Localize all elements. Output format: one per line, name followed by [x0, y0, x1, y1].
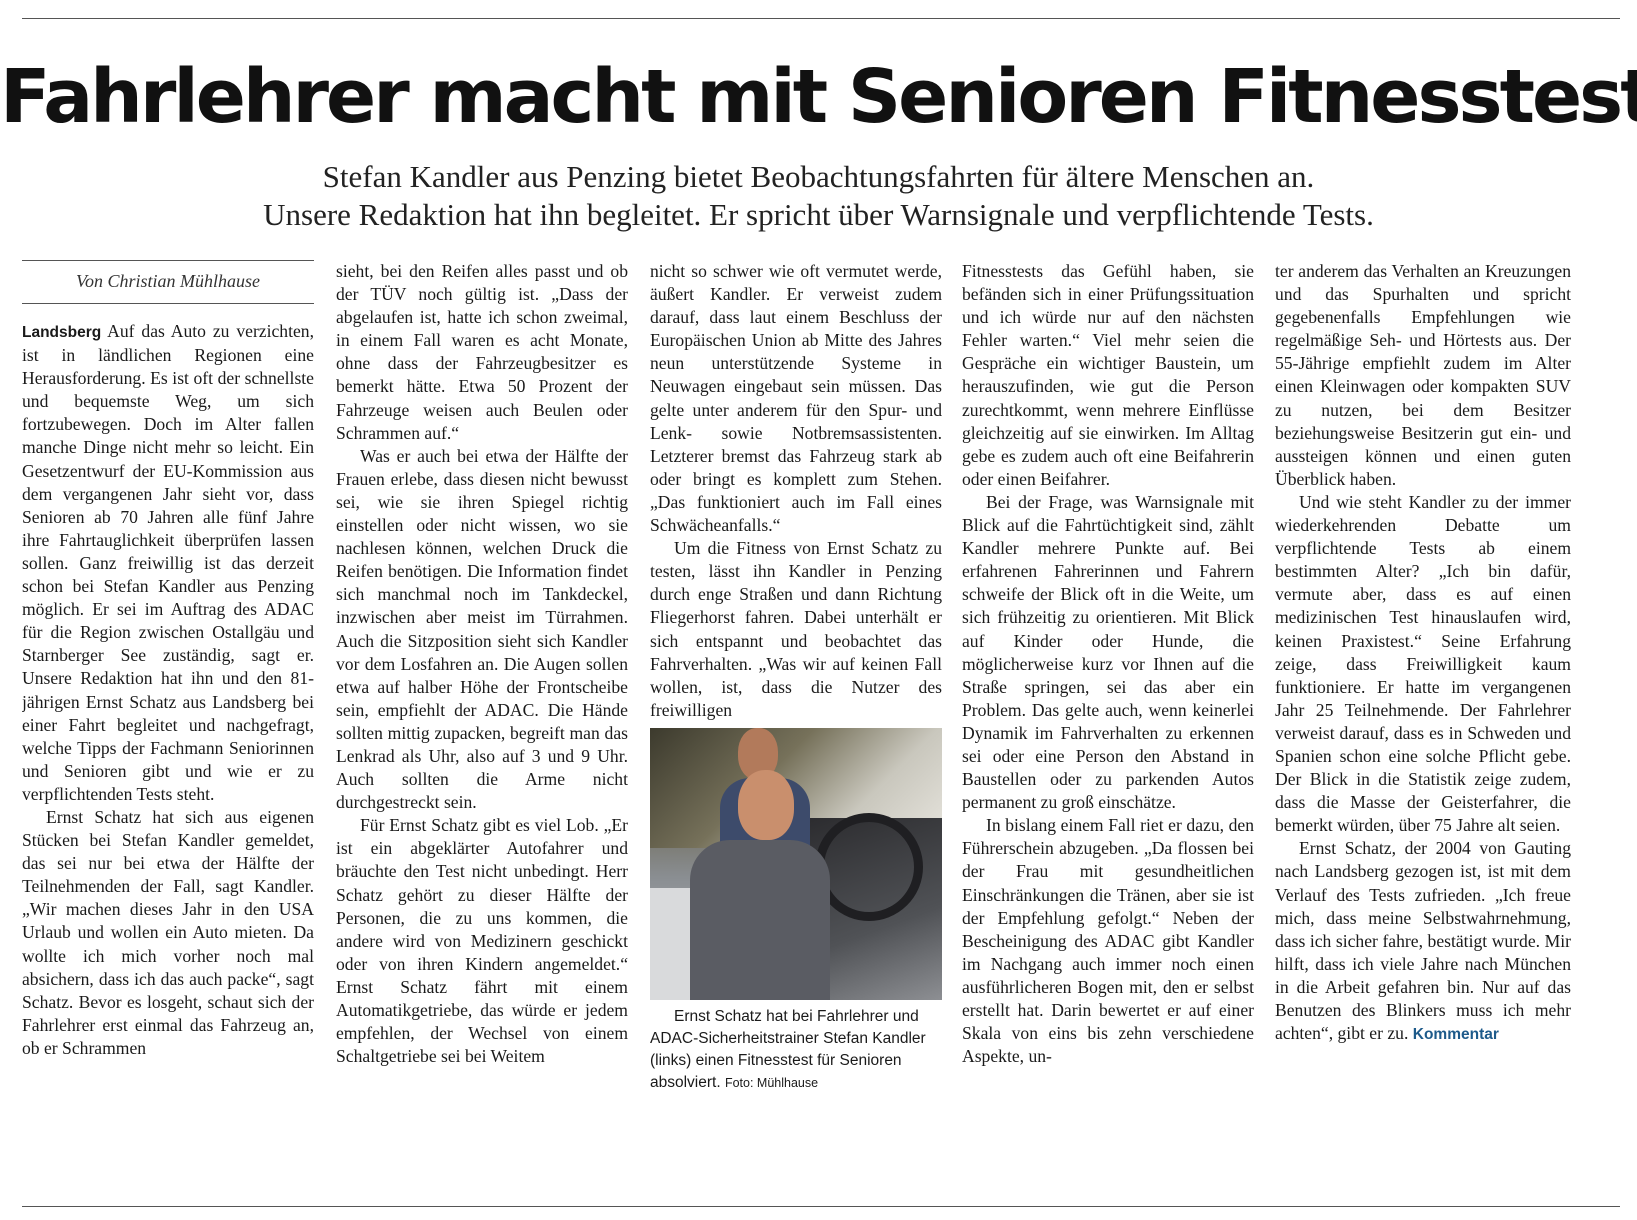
paragraph-5: Um die Fitness von Ernst Schatz zu teste… — [650, 538, 942, 720]
paragraph-8: Und wie steht Kandler zu der immer wiede… — [1275, 491, 1571, 836]
article-photo — [650, 727, 942, 1000]
article-column-1: Von Christian Mühlhause Landsberg Auf da… — [22, 260, 314, 1200]
paragraph-5-continued: Fitnesstests das Gefühl haben, sie befän… — [962, 261, 1254, 489]
byline: Von Christian Mühlhause — [22, 260, 314, 304]
article-column-4: Fitnesstests das Gefühl haben, sie befän… — [962, 260, 1254, 1200]
paragraph-9: Ernst Schatz, der 2004 von Gauting nach … — [1275, 838, 1571, 1044]
photo-credit: Foto: Mühlhause — [724, 1075, 819, 1090]
steering-wheel — [815, 812, 923, 921]
photo-person-1-head — [738, 769, 794, 840]
paragraph-4-continued: nicht so schwer wie oft vermutet werde, … — [650, 261, 942, 536]
headline: Fahrlehrer macht mit Senioren Fitnesstes… — [0, 54, 1637, 140]
paragraph-6: Bei der Frage, was Warnsignale mit Blick… — [962, 491, 1254, 813]
paragraph-2-continued: sieht, bei den Reifen alles passt und ob… — [336, 261, 628, 443]
kommentar-link[interactable]: Kommentar — [1413, 1026, 1499, 1043]
photo-caption: Ernst Schatz hat bei Fahrlehrer und ADAC… — [650, 1007, 926, 1091]
subheadline-line-1: Stefan Kandler aus Penzing bietet Beobac… — [322, 159, 1315, 194]
byline-text: Von Christian Mühlhause — [75, 271, 260, 292]
subheadline-line-2: Unsere Redaktion hat ihn begleitet. Er s… — [263, 197, 1374, 232]
article-column-2: sieht, bei den Reifen alles passt und ob… — [336, 260, 628, 1200]
paragraph-4: Für Ernst Schatz gibt es viel Lob. „Er i… — [336, 815, 628, 1067]
photo-person-1-body — [690, 839, 830, 1000]
article-column-5: ter anderem das Verhalten an Kreuzungen … — [1275, 260, 1571, 1200]
paragraph-1: Landsberg Auf das Auto zu verzichten, is… — [22, 321, 314, 804]
bottom-rule — [22, 1206, 1620, 1207]
paragraph-3: Was er auch bei etwa der Hälfte der Frau… — [336, 445, 628, 813]
dateline: Landsberg — [22, 324, 102, 341]
paragraph-2: Ernst Schatz hat sich aus eigenen Stücke… — [22, 806, 314, 1058]
top-rule — [22, 18, 1620, 19]
article-column-3: nicht so schwer wie oft vermutet werde, … — [650, 260, 942, 1200]
paragraph-7: In bislang einem Fall riet er dazu, den … — [962, 815, 1254, 1067]
paragraph-7-continued: ter anderem das Verhalten an Kreuzungen … — [1275, 261, 1571, 489]
